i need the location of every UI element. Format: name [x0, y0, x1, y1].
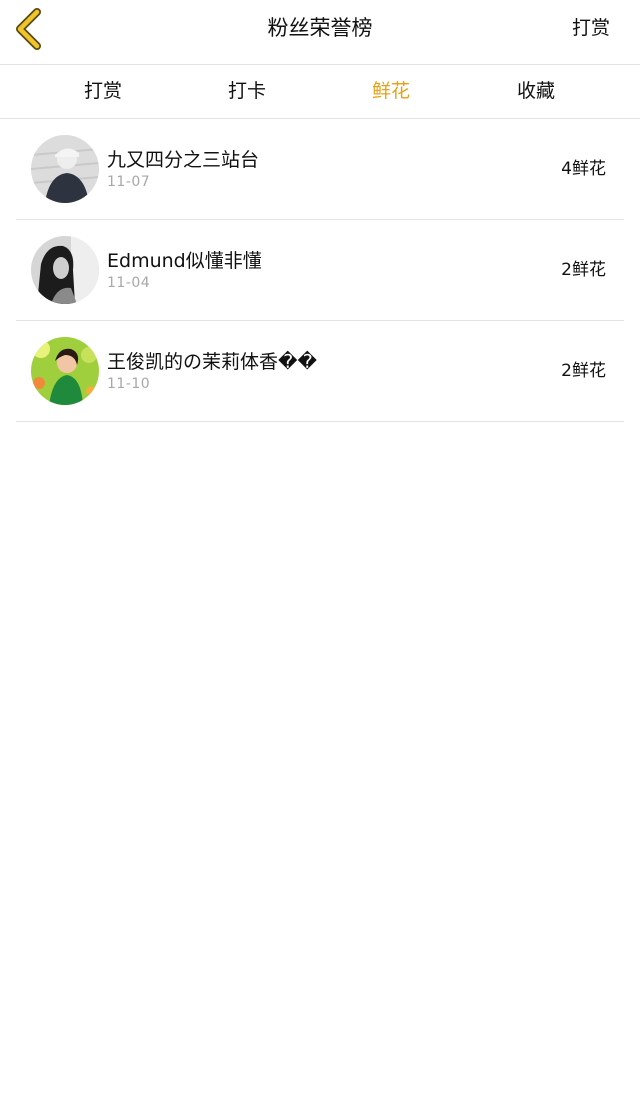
navigation-bar: 粉丝荣誉榜 打赏 [0, 0, 640, 65]
avatar[interactable] [31, 337, 99, 405]
back-button[interactable] [10, 6, 50, 52]
fan-date: 11-04 [107, 275, 151, 291]
chevron-left-icon [16, 8, 41, 50]
fan-name: Edmund似懂非懂 [107, 250, 262, 272]
fan-date: 11-07 [107, 174, 151, 190]
tab-checkin[interactable]: 打卡 [187, 65, 307, 118]
tab-reward[interactable]: 打赏 [43, 65, 163, 118]
fan-list: 九又四分之三站台 11-07 4鲜花 Edmund似懂非懂 11-04 2鲜花 [16, 119, 624, 422]
page-title: 粉丝荣誉榜 [267, 16, 373, 40]
flower-count: 2鲜花 [561, 361, 606, 381]
fan-list-item[interactable]: Edmund似懂非懂 11-04 2鲜花 [16, 220, 624, 321]
flower-count: 4鲜花 [561, 159, 606, 179]
flower-count: 2鲜花 [561, 260, 606, 280]
fan-name: 九又四分之三站台 [107, 149, 260, 171]
tab-flowers[interactable]: 鲜花 [331, 65, 451, 118]
fan-list-item[interactable]: 九又四分之三站台 11-07 4鲜花 [16, 119, 624, 220]
avatar[interactable] [31, 135, 99, 203]
fan-name: 王俊凯的の茉莉体香�� [107, 351, 317, 373]
tab-bar: 打赏 打卡 鲜花 收藏 [0, 65, 640, 119]
avatar[interactable] [31, 236, 99, 304]
fan-list-item[interactable]: 王俊凯的の茉莉体香�� 11-10 2鲜花 [16, 321, 624, 422]
reward-button[interactable]: 打赏 [572, 0, 610, 56]
fan-date: 11-10 [107, 376, 151, 392]
tab-favorites[interactable]: 收藏 [476, 65, 596, 118]
